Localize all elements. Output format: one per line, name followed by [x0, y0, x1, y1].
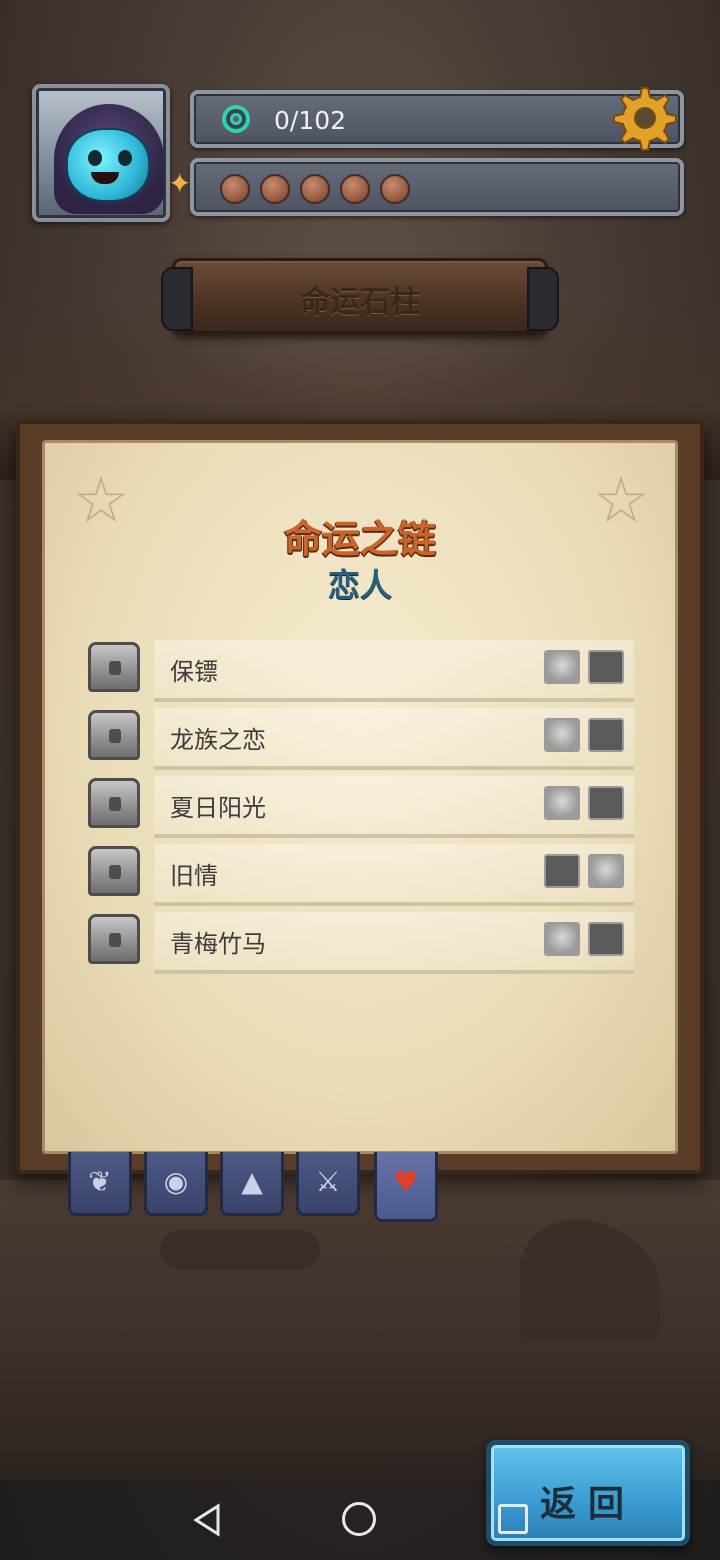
crossed-swords-icon: ⚔: [315, 1165, 341, 1198]
list-item[interactable]: 龙族之恋: [84, 706, 644, 770]
character-silhouette-icon: [588, 650, 624, 684]
row-label: 青梅竹马: [170, 930, 266, 958]
list-item[interactable]: 旧情: [84, 842, 644, 906]
title-plaque: 命运石柱: [161, 258, 559, 334]
character-silhouette-icon: [588, 786, 624, 820]
eye: [118, 150, 132, 166]
graduation-cap-icon: ▲: [241, 1165, 263, 1198]
home-icon[interactable]: [342, 1502, 376, 1536]
row-label: 保镖: [170, 658, 218, 686]
background-rock: [160, 1230, 320, 1270]
back-icon[interactable]: [188, 1500, 228, 1540]
player-avatar[interactable]: [32, 84, 170, 222]
tab-graduation[interactable]: ▲: [220, 1152, 284, 1216]
tab-battle[interactable]: ⚔: [296, 1152, 360, 1216]
character-portrait-icon: [544, 922, 580, 956]
recent-apps-icon[interactable]: [498, 1504, 528, 1534]
character-silhouette-icon: [588, 922, 624, 956]
token-icon: [380, 174, 410, 204]
row-label: 旧情: [170, 862, 218, 890]
character-portrait-icon: [544, 718, 580, 752]
character-portrait-icon: [588, 854, 624, 888]
page-title: 命运石柱: [300, 285, 420, 320]
token-icon: [220, 174, 250, 204]
tab-lovers[interactable]: ♥: [374, 1152, 438, 1222]
scroll-icon: ❦: [88, 1165, 112, 1198]
row-label: 龙族之恋: [170, 726, 266, 754]
list-item[interactable]: 青梅竹马: [84, 910, 644, 974]
tokens-bar: [190, 158, 684, 216]
slime-face: [66, 128, 150, 202]
chest-icon[interactable]: [88, 846, 140, 896]
row-label: 夏日阳光: [170, 794, 266, 822]
character-portrait-icon: [544, 650, 580, 684]
settings-gear-icon[interactable]: [606, 82, 678, 154]
token-icon: [340, 174, 370, 204]
token-icon: [260, 174, 290, 204]
heart-arrow-icon: ♥: [393, 1165, 419, 1198]
list-item[interactable]: 保镖: [84, 638, 644, 702]
panel-title: 命运之链: [283, 517, 436, 561]
currency-counter: 0/102: [274, 106, 347, 135]
tab-bag[interactable]: ◉: [144, 1152, 208, 1216]
eye: [88, 150, 102, 166]
tab-scroll[interactable]: ❦: [68, 1152, 132, 1216]
chest-icon[interactable]: [88, 914, 140, 964]
chest-icon[interactable]: [88, 710, 140, 760]
character-silhouette-icon: [544, 854, 580, 888]
spiral-icon: [222, 105, 250, 133]
panel-subtitle: 恋人: [327, 566, 392, 604]
token-icon: [300, 174, 330, 204]
bag-icon: ◉: [163, 1165, 189, 1198]
character-silhouette-icon: [588, 718, 624, 752]
chest-icon[interactable]: [88, 778, 140, 828]
list-item[interactable]: 夏日阳光: [84, 774, 644, 838]
character-portrait-icon: [544, 786, 580, 820]
chest-icon[interactable]: [88, 642, 140, 692]
